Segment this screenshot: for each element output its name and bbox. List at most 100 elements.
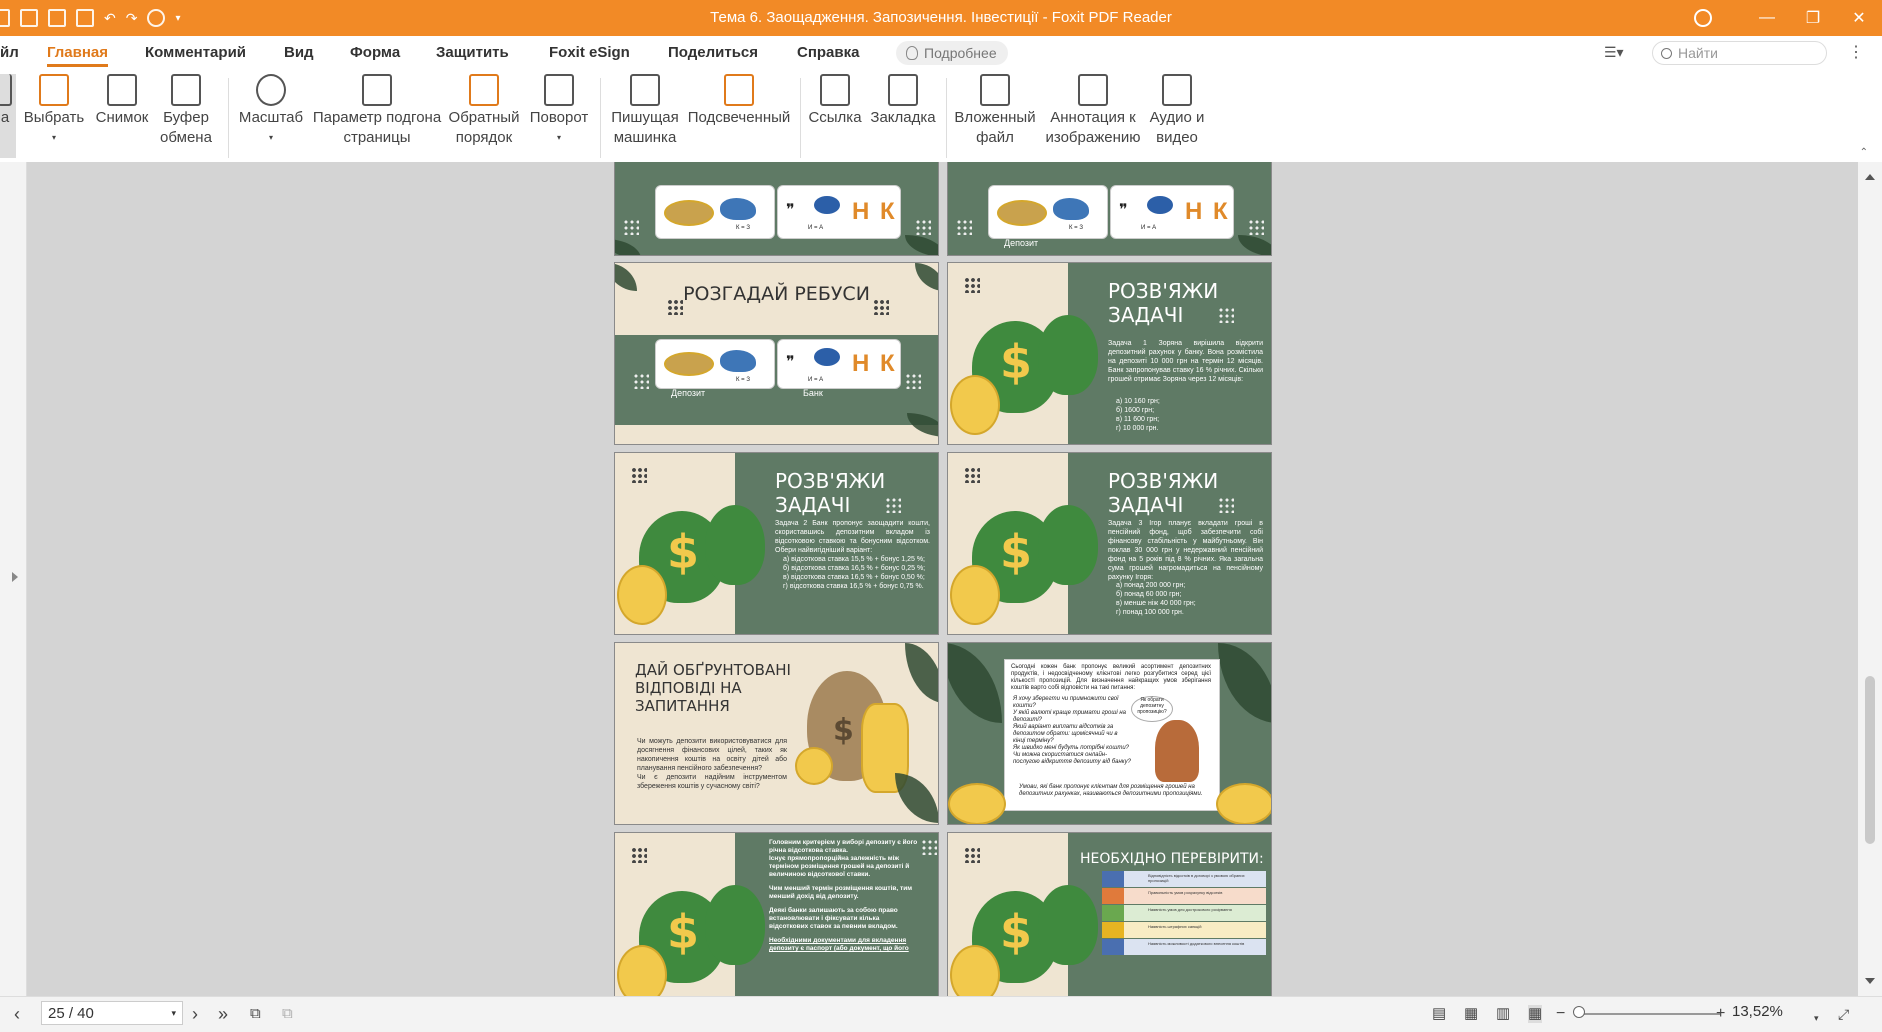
next-page-icon[interactable]: › xyxy=(192,1005,198,1023)
expand-panel-icon xyxy=(12,572,18,582)
page-dropdown-icon[interactable]: ▾ xyxy=(171,1008,176,1019)
slide-title: НЕОБХІДНО ПЕРЕВІРИТИ: xyxy=(1080,851,1264,867)
ribbon-separator xyxy=(228,78,229,158)
previous-view-icon[interactable]: ⧉ xyxy=(250,1005,261,1023)
next-view-icon[interactable]: ⧉ xyxy=(282,1005,293,1023)
ribbon-hand-button[interactable]: а xyxy=(0,74,16,158)
rebus-caption: Депозит xyxy=(671,388,706,398)
ribbon-reverse-order-button[interactable]: Обратный порядок xyxy=(448,74,520,148)
slide-title: РОЗВ'ЯЖИ ЗАДАЧІ xyxy=(1108,279,1219,327)
ribbon-link-button[interactable]: Ссылка xyxy=(806,74,864,128)
fit-page-icon xyxy=(362,74,392,106)
navigation-panel-toggle[interactable] xyxy=(0,162,27,996)
continuous-view-icon[interactable]: ▦ xyxy=(1464,1005,1478,1023)
decor-dots xyxy=(905,373,921,389)
decor-dots xyxy=(921,839,937,855)
rebus-letters: Н К xyxy=(1185,198,1230,225)
ribbon-typewriter-button[interactable]: Пишущая машинка xyxy=(608,74,682,148)
facing-view-icon[interactable]: ▥ xyxy=(1496,1005,1510,1023)
document-view[interactable]: К = З ❞ И = А Н К К = З ❞ И = А Н К Депо… xyxy=(27,162,1858,996)
page-number-value: 25 / 40 xyxy=(48,1004,94,1022)
last-page-icon[interactable]: » xyxy=(218,1005,228,1023)
zoom-in-icon[interactable]: + xyxy=(1716,1005,1725,1023)
attachment-icon xyxy=(980,74,1010,106)
search-input[interactable]: Найти xyxy=(1652,41,1827,65)
hand-icon xyxy=(0,74,12,106)
rebus-hint: И = А xyxy=(808,377,824,383)
menu-comment[interactable]: Комментарий xyxy=(145,44,246,61)
previous-page-icon[interactable]: ‹ xyxy=(14,1005,20,1023)
zoom-dropdown-icon[interactable]: ▾ xyxy=(1814,1009,1819,1027)
thought-bubble: Як обрати депозитну пропозицію? xyxy=(1131,696,1173,722)
menu-foxit-esign[interactable]: Foxit eSign xyxy=(549,44,630,61)
rebus-hint: И = А xyxy=(808,225,824,231)
page-number-input[interactable]: 25 / 40 ▾ xyxy=(41,1001,183,1025)
ribbon-snapshot-label: Снимок xyxy=(95,109,149,126)
rebus-card: ❞ И = А Н К xyxy=(1110,185,1234,239)
more-options-icon[interactable]: ⋮ xyxy=(1848,42,1864,62)
rebus-card: К = З xyxy=(655,339,775,389)
zoom-icon xyxy=(256,74,286,106)
rebus-caption: Депозит xyxy=(1004,238,1039,248)
minimize-button[interactable]: — xyxy=(1744,0,1790,36)
single-page-view-icon[interactable]: ▤ xyxy=(1432,1005,1446,1023)
ribbon-zoom-button[interactable]: Масштаб ▾ xyxy=(236,74,306,148)
image-annotation-icon xyxy=(1078,74,1108,106)
ribbon-select-label: Выбрать xyxy=(23,109,85,126)
ribbon-snapshot-button[interactable]: Снимок xyxy=(92,74,152,128)
slide-thumbnail: $ РОЗВ'ЯЖИ ЗАДАЧІ Задача 2 Банк пропонує … xyxy=(614,452,939,635)
ribbon-bookmark-label: Закладка xyxy=(870,109,936,126)
task-text: Задача 3 Ігор планує вкладати гроші в пе… xyxy=(1108,520,1263,581)
collapse-ribbon-icon[interactable]: ⌃ xyxy=(1860,147,1868,158)
rotate-icon xyxy=(544,74,574,106)
rebus-card: К = З xyxy=(988,185,1108,239)
zoom-slider-knob[interactable] xyxy=(1573,1006,1585,1018)
slide-thumbnail: Сьогодні кожен банк пропонує великий асо… xyxy=(947,642,1272,825)
scroll-down-icon[interactable] xyxy=(1865,978,1875,984)
task-options: а) понад 200 000 грн; б) понад 60 000 грн… xyxy=(1116,582,1196,616)
scroll-up-icon[interactable] xyxy=(1865,174,1875,180)
menu-file[interactable]: йл xyxy=(0,44,19,61)
menu-form[interactable]: Форма xyxy=(350,44,400,61)
zoom-slider[interactable] xyxy=(1576,1013,1720,1015)
ribbon-clipboard-label: Буфер обмена xyxy=(160,109,212,146)
slide-thumbnail: РОЗГАДАЙ РЕБУСИ К = З ❞ И = А Н К Депози… xyxy=(614,262,939,445)
menu-home[interactable]: Главная xyxy=(47,44,109,67)
ribbon-select-button[interactable]: Выбрать ▾ xyxy=(22,74,86,148)
boy-illustration xyxy=(1155,720,1199,782)
restore-button[interactable]: ❐ xyxy=(1790,0,1836,36)
continuous-facing-view-icon[interactable]: ▦ xyxy=(1528,1005,1543,1023)
zoom-level[interactable]: 13,52% xyxy=(1732,1003,1783,1020)
scrollbar-thumb[interactable] xyxy=(1865,676,1875,844)
ribbon-highlight-label: Подсвеченный xyxy=(687,109,791,126)
clipboard-icon xyxy=(171,74,201,106)
ribbon-display-options-icon[interactable]: ☰▾ xyxy=(1604,44,1624,61)
user-account-icon[interactable] xyxy=(1694,9,1712,27)
reverse-order-icon xyxy=(469,74,499,106)
tell-me-box[interactable]: Подробнее xyxy=(896,41,1008,65)
ribbon-separator xyxy=(946,78,947,158)
fullscreen-icon[interactable]: ⤢ xyxy=(1838,1005,1849,1023)
menu-protect[interactable]: Защитить xyxy=(436,44,509,61)
decor-dots xyxy=(633,373,649,389)
ribbon-fit-page-button[interactable]: Параметр подгона страницы xyxy=(312,74,442,148)
ribbon-typewriter-label: Пишущая машинка xyxy=(611,109,679,146)
ribbon-rotate-button[interactable]: Поворот ▾ xyxy=(526,74,592,148)
decor-dots xyxy=(631,847,647,863)
slide-title: РОЗВ'ЯЖИ ЗАДАЧІ xyxy=(775,469,886,517)
zoom-out-icon[interactable]: − xyxy=(1556,1005,1565,1023)
ribbon-highlight-button[interactable]: Подсвеченный xyxy=(686,74,792,128)
menu-help[interactable]: Справка xyxy=(797,44,859,61)
ribbon-image-annotation-button[interactable]: Аннотация к изображению xyxy=(1042,74,1144,148)
menu-view[interactable]: Вид xyxy=(284,44,314,61)
ribbon-audio-video-button[interactable]: Аудио и видео xyxy=(1146,74,1208,148)
menu-share[interactable]: Поделиться xyxy=(668,44,758,61)
decor-dots xyxy=(631,467,647,483)
decor-dots xyxy=(885,497,901,513)
vertical-scrollbar[interactable] xyxy=(1858,162,1882,996)
close-button[interactable]: ✕ xyxy=(1836,0,1882,36)
ribbon-bookmark-button[interactable]: Закладка xyxy=(868,74,938,128)
ribbon-clipboard-button[interactable]: Буфер обмена xyxy=(156,74,216,148)
search-placeholder: Найти xyxy=(1678,45,1718,61)
ribbon-attachment-button[interactable]: Вложенный файл xyxy=(952,74,1038,148)
